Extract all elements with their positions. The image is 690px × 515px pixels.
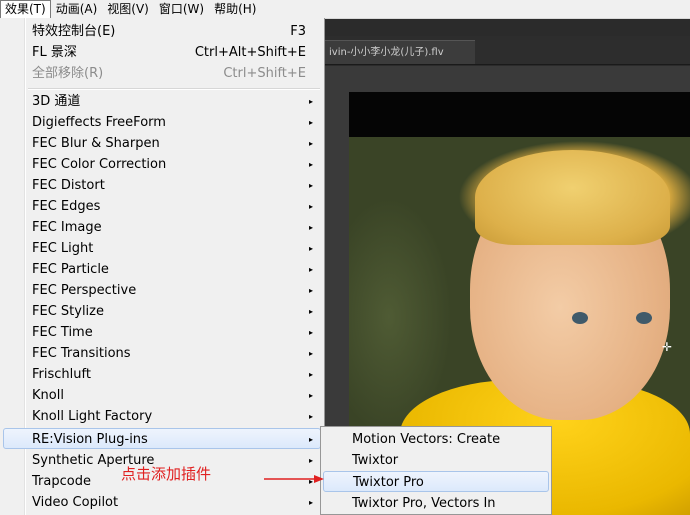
submenu-arrow-icon: ▸ [309, 412, 314, 421]
menu-item-label: FEC Transitions [32, 346, 131, 361]
menu-item-label: FEC Particle [32, 262, 109, 277]
menu-item-revision-plugins[interactable]: RE:Vision Plug-ins ▸ [3, 428, 321, 449]
menu-item-label: FL 景深 [32, 45, 77, 60]
menu-item-fec-light[interactable]: FEC Light ▸ [0, 238, 323, 259]
menu-animation[interactable]: 动画(A) [51, 0, 103, 18]
menu-item-effect-controls[interactable]: 特效控制台(E) F3 [0, 21, 323, 42]
menu-item-shortcut: F3 [290, 24, 306, 39]
submenu-arrow-icon: ▸ [309, 181, 314, 190]
menu-window[interactable]: 窗口(W) [154, 0, 209, 18]
menu-item-fec-particle[interactable]: FEC Particle ▸ [0, 259, 323, 280]
menu-item-label: FEC Time [32, 325, 93, 340]
menubar: 效果(T) 动画(A) 视图(V) 窗口(W) 帮助(H) [0, 0, 690, 19]
submenu-item-label: Motion Vectors: Create [352, 432, 501, 447]
menu-item-3d-channel[interactable]: 3D 通道 ▸ [0, 91, 323, 112]
submenu-arrow-icon: ▸ [309, 456, 314, 465]
submenu-arrow-icon: ▸ [309, 202, 314, 211]
menu-item-label: 3D 通道 [32, 94, 81, 109]
submenu-item-motion-vectors-create[interactable]: Motion Vectors: Create [321, 429, 551, 450]
menu-item-label: FEC Edges [32, 199, 101, 214]
menu-view[interactable]: 视图(V) [102, 0, 154, 18]
menu-item-fec-stylize[interactable]: FEC Stylize ▸ [0, 301, 323, 322]
menu-help[interactable]: 帮助(H) [209, 0, 261, 18]
video-frame-eye-right [636, 312, 652, 324]
submenu-arrow-icon: ▸ [309, 307, 314, 316]
menu-item-label: 全部移除(R) [32, 66, 104, 81]
menu-item-label: FEC Color Correction [32, 157, 167, 172]
submenu-arrow-icon: ▸ [309, 328, 314, 337]
menu-item-fec-blur-sharpen[interactable]: FEC Blur & Sharpen ▸ [0, 133, 323, 154]
menu-item-fec-color-correction[interactable]: FEC Color Correction ▸ [0, 154, 323, 175]
menu-item-label: FEC Blur & Sharpen [32, 136, 160, 151]
revision-submenu: Motion Vectors: Create Twixtor Twixtor P… [320, 426, 552, 515]
menu-item-label: Trapcode [32, 474, 91, 489]
submenu-arrow-icon: ▸ [309, 498, 314, 507]
menu-item-remove-all: 全部移除(R) Ctrl+Shift+E [0, 63, 323, 84]
menu-item-label: RE:Vision Plug-ins [32, 432, 148, 447]
menu-item-label: Video Copilot [32, 495, 119, 510]
submenu-item-label: Twixtor Pro [353, 475, 424, 490]
menu-separator [28, 88, 320, 90]
submenu-item-twixtor[interactable]: Twixtor [321, 450, 551, 471]
video-frame-eye-left [572, 312, 588, 324]
composition-tab[interactable]: ivin-小小李小龙(儿子).flv [325, 40, 475, 64]
menu-item-label: FEC Stylize [32, 304, 104, 319]
submenu-arrow-icon: ▸ [309, 349, 314, 358]
menu-item-label: 特效控制台(E) [32, 24, 116, 39]
menu-item-label: Frischluft [32, 367, 91, 382]
menu-item-label: FEC Light [32, 241, 94, 256]
submenu-arrow-icon: ▸ [309, 118, 314, 127]
menu-item-label: Knoll [32, 388, 64, 403]
menu-item-fec-image[interactable]: FEC Image ▸ [0, 217, 323, 238]
menu-item-fec-time[interactable]: FEC Time ▸ [0, 322, 323, 343]
menu-item-label: Digieffects FreeForm [32, 115, 166, 130]
menu-item-label: FEC Image [32, 220, 102, 235]
anchor-crosshair-icon[interactable]: ✛ [662, 340, 672, 354]
submenu-item-label: Twixtor Pro, Vectors In [352, 496, 496, 511]
menu-item-label: FEC Distort [32, 178, 105, 193]
menu-item-fec-perspective[interactable]: FEC Perspective ▸ [0, 280, 323, 301]
menu-item-fl-depth[interactable]: FL 景深 Ctrl+Alt+Shift+E [0, 42, 323, 63]
submenu-arrow-icon: ▸ [309, 286, 314, 295]
menu-item-fec-transitions[interactable]: FEC Transitions ▸ [0, 343, 323, 364]
effects-dropdown-menu: 特效控制台(E) F3 FL 景深 Ctrl+Alt+Shift+E 全部移除(… [0, 18, 325, 515]
menu-item-knoll-light-factory[interactable]: Knoll Light Factory ▸ [0, 406, 323, 427]
menu-item-knoll[interactable]: Knoll ▸ [0, 385, 323, 406]
video-frame-hair [475, 150, 670, 245]
menu-item-shortcut: Ctrl+Shift+E [223, 66, 306, 81]
submenu-arrow-icon: ▸ [309, 223, 314, 232]
annotation-arrow-icon [264, 475, 324, 483]
submenu-arrow-icon: ▸ [309, 160, 314, 169]
menu-item-fec-distort[interactable]: FEC Distort ▸ [0, 175, 323, 196]
menu-item-digieffects-freeform[interactable]: Digieffects FreeForm ▸ [0, 112, 323, 133]
submenu-arrow-icon: ▸ [309, 435, 314, 444]
menu-effects[interactable]: 效果(T) [0, 0, 51, 18]
menu-item-frischluft[interactable]: Frischluft ▸ [0, 364, 323, 385]
submenu-arrow-icon: ▸ [309, 265, 314, 274]
submenu-item-twixtor-pro[interactable]: Twixtor Pro [323, 471, 549, 492]
submenu-arrow-icon: ▸ [309, 139, 314, 148]
submenu-arrow-icon: ▸ [309, 391, 314, 400]
menu-item-video-copilot[interactable]: Video Copilot ▸ [0, 492, 323, 513]
menu-item-label: FEC Perspective [32, 283, 137, 298]
preview-letterbox [349, 92, 690, 137]
submenu-item-label: Twixtor [352, 453, 399, 468]
menu-item-shortcut: Ctrl+Alt+Shift+E [194, 45, 306, 60]
submenu-arrow-icon: ▸ [309, 97, 314, 106]
submenu-arrow-icon: ▸ [309, 244, 314, 253]
menu-item-label: Knoll Light Factory [32, 409, 153, 424]
menu-item-fec-edges[interactable]: FEC Edges ▸ [0, 196, 323, 217]
annotation-text: 点击添加插件 [121, 465, 212, 483]
submenu-item-twixtor-pro-vectors-in[interactable]: Twixtor Pro, Vectors In [321, 493, 551, 514]
submenu-arrow-icon: ▸ [309, 370, 314, 379]
